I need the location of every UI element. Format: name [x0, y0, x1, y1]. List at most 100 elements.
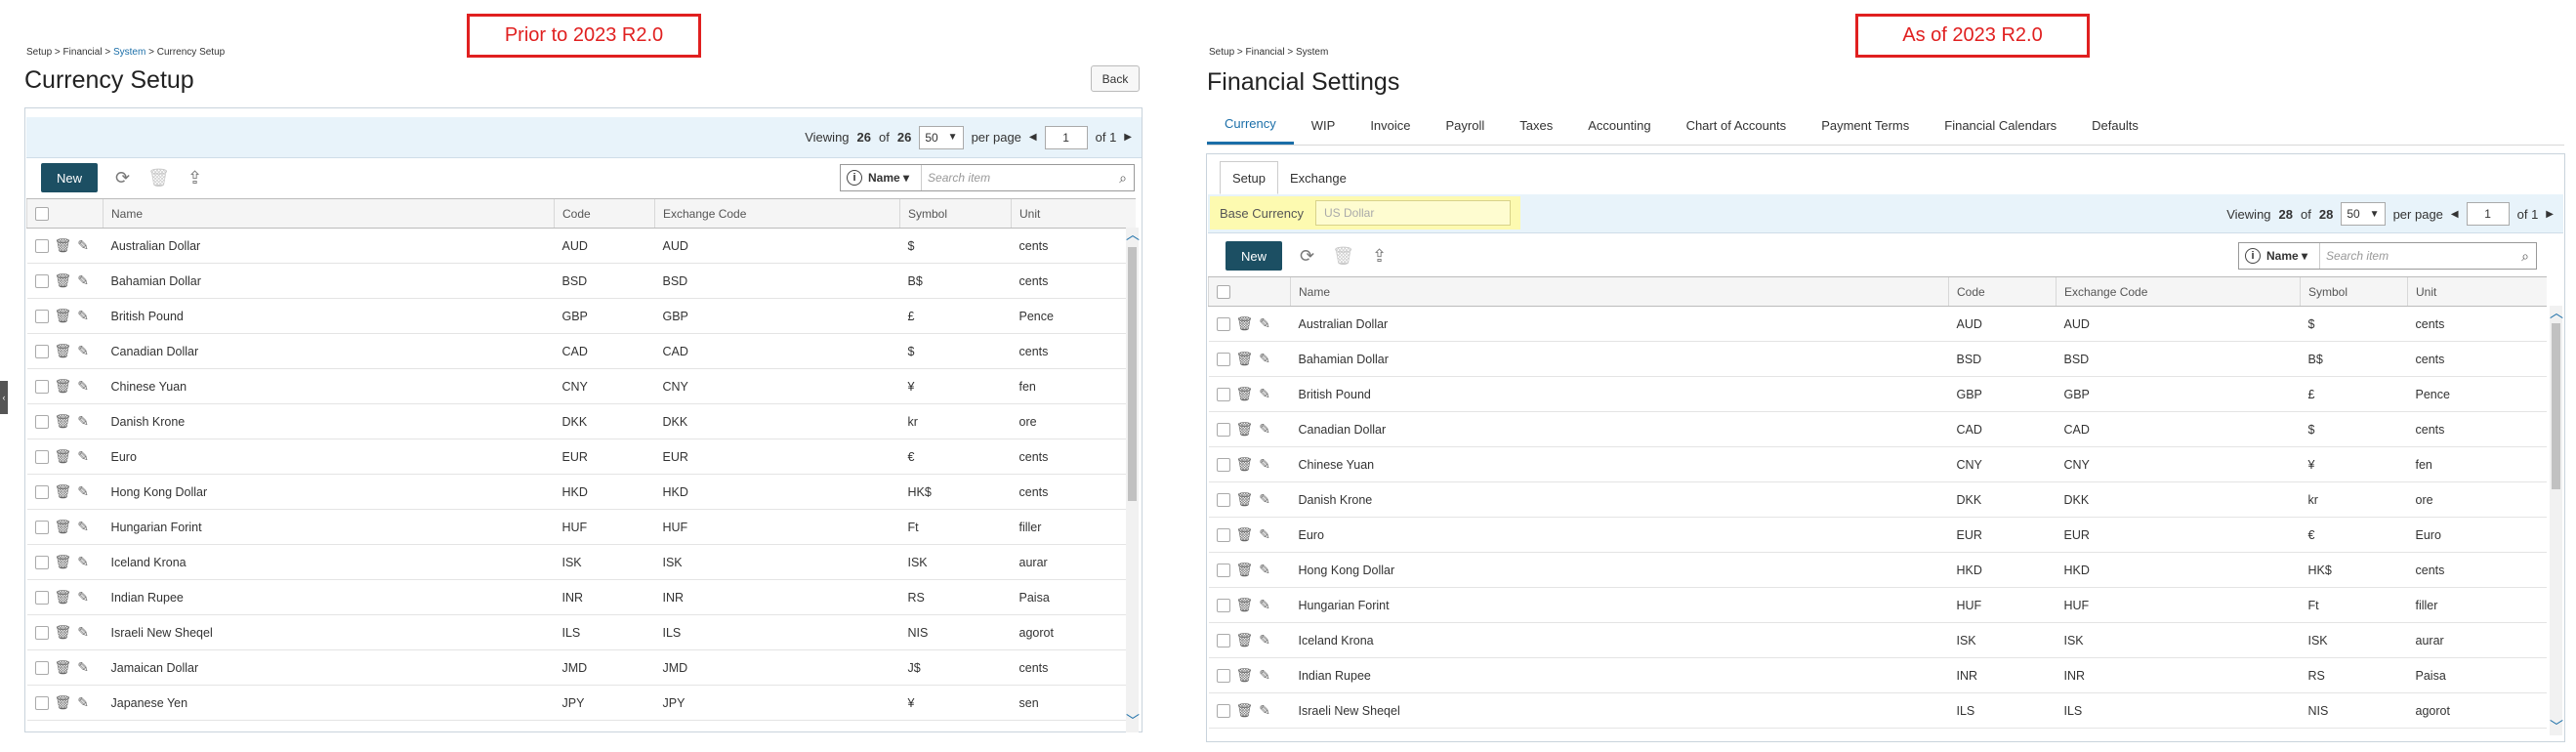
row-checkbox[interactable]: [34, 449, 49, 464]
column-header-exchange-code[interactable]: Exchange Code: [654, 198, 900, 229]
delete-icon[interactable]: 🗑: [1236, 702, 1254, 719]
row-checkbox[interactable]: [1216, 492, 1230, 507]
delete-icon[interactable]: 🗑: [1236, 351, 1254, 367]
table-row[interactable]: 🗑 ✎ Chinese Yuan CNY CNY ¥ fen: [26, 368, 1136, 404]
edit-pencil-icon[interactable]: ✎: [77, 483, 89, 500]
next-page-icon[interactable]: ▶: [2546, 209, 2554, 220]
edit-pencil-icon[interactable]: ✎: [77, 308, 89, 324]
prev-page-icon[interactable]: ◀: [1029, 132, 1037, 143]
prev-page-icon[interactable]: ◀: [2451, 209, 2459, 220]
row-checkbox[interactable]: [1216, 563, 1230, 577]
refresh-icon[interactable]: ⟳: [1300, 247, 1314, 265]
delete-icon[interactable]: 🗑: [55, 659, 72, 676]
table-row[interactable]: 🗑 ✎ Canadian Dollar CAD CAD $ cents: [1208, 411, 2547, 447]
delete-icon[interactable]: 🗑: [1236, 562, 1254, 578]
delete-icon[interactable]: 🗑: [55, 624, 72, 641]
edit-pencil-icon[interactable]: ✎: [77, 413, 89, 430]
tab-defaults[interactable]: Defaults: [2074, 105, 2156, 145]
new-button[interactable]: New: [1226, 241, 1283, 271]
table-row[interactable]: 🗑 ✎ Bahamian Dollar BSD BSD B$ cents: [1208, 341, 2547, 377]
delete-icon[interactable]: 🗑: [1236, 421, 1254, 438]
new-button[interactable]: New: [41, 163, 99, 192]
delete-icon[interactable]: 🗑: [55, 694, 72, 711]
delete-icon[interactable]: 🗑: [1236, 491, 1254, 508]
row-checkbox[interactable]: [1216, 387, 1230, 401]
tab-taxes[interactable]: Taxes: [1502, 105, 1570, 145]
edit-pencil-icon[interactable]: ✎: [1259, 386, 1270, 402]
breadcrumb-setup[interactable]: Setup: [26, 47, 52, 58]
column-header-code[interactable]: Code: [1948, 276, 2057, 307]
row-checkbox[interactable]: [34, 590, 49, 605]
table-row[interactable]: 🗑 ✎ Danish Krone DKK DKK kr ore: [1208, 481, 2547, 518]
edit-pencil-icon[interactable]: ✎: [77, 378, 89, 395]
refresh-icon[interactable]: ⟳: [115, 169, 130, 187]
row-checkbox[interactable]: [1216, 668, 1230, 683]
edit-pencil-icon[interactable]: ✎: [77, 519, 89, 535]
edit-pencil-icon[interactable]: ✎: [77, 694, 89, 711]
vertical-scrollbar[interactable]: [1126, 228, 1139, 732]
row-checkbox[interactable]: [34, 660, 49, 675]
scroll-down-icon[interactable]: ﹀: [1126, 711, 1140, 731]
tab-accounting[interactable]: Accounting: [1570, 105, 1668, 145]
delete-icon[interactable]: 🗑: [1236, 526, 1254, 543]
row-checkbox[interactable]: [34, 238, 49, 253]
delete-icon[interactable]: 🗑: [55, 272, 72, 289]
scroll-down-icon[interactable]: ﹀: [2550, 717, 2563, 736]
table-row[interactable]: 🗑 ✎ Australian Dollar AUD AUD $ cents: [1208, 306, 2547, 342]
scroll-up-icon[interactable]: ︿: [2550, 303, 2563, 322]
collapse-sidebar-handle[interactable]: ‹: [0, 381, 8, 414]
table-row[interactable]: 🗑 ✎ Indian Rupee INR INR RS Paisa: [1208, 657, 2547, 693]
breadcrumb-financial[interactable]: Financial: [1246, 47, 1285, 58]
column-header-code[interactable]: Code: [554, 198, 655, 229]
vertical-scrollbar[interactable]: [2550, 306, 2562, 735]
edit-pencil-icon[interactable]: ✎: [1259, 421, 1270, 438]
edit-pencil-icon[interactable]: ✎: [1259, 632, 1270, 648]
delete-icon[interactable]: 🗑: [55, 519, 72, 535]
row-checkbox[interactable]: [1216, 703, 1230, 718]
delete-icon[interactable]: 🗑: [55, 308, 72, 324]
export-icon[interactable]: ⇪: [1372, 247, 1387, 265]
delete-icon[interactable]: 🗑: [1236, 386, 1254, 402]
delete-icon[interactable]: 🗑: [1236, 597, 1254, 613]
page-input[interactable]: 1: [2466, 202, 2510, 226]
row-checkbox[interactable]: [34, 555, 49, 569]
table-row[interactable]: 🗑 ✎ British Pound GBP GBP £ Pence: [1208, 376, 2547, 412]
tab-payroll[interactable]: Payroll: [1429, 105, 1503, 145]
delete-icon[interactable]: 🗑: [55, 483, 72, 500]
tab-financial-calendars[interactable]: Financial Calendars: [1927, 105, 2074, 145]
scroll-up-icon[interactable]: ︿: [1126, 225, 1140, 244]
row-checkbox[interactable]: [1216, 352, 1230, 366]
subtab-exchange[interactable]: Exchange: [1278, 161, 1358, 194]
tab-chart-of-accounts[interactable]: Chart of Accounts: [1669, 105, 1805, 145]
row-checkbox[interactable]: [1216, 527, 1230, 542]
edit-pencil-icon[interactable]: ✎: [1259, 456, 1270, 473]
tab-payment-terms[interactable]: Payment Terms: [1804, 105, 1927, 145]
edit-pencil-icon[interactable]: ✎: [77, 343, 89, 359]
delete-icon[interactable]: 🗑: [1236, 315, 1254, 332]
tab-currency[interactable]: Currency: [1207, 105, 1294, 145]
column-header-symbol[interactable]: Symbol: [2300, 276, 2408, 307]
search-field-select[interactable]: Name ▾: [2266, 249, 2307, 263]
edit-pencil-icon[interactable]: ✎: [77, 272, 89, 289]
table-row[interactable]: 🗑 ✎ Japanese Yen JPY JPY ¥ sen: [26, 685, 1136, 721]
delete-icon[interactable]: 🗑: [55, 554, 72, 570]
edit-pencil-icon[interactable]: ✎: [77, 237, 89, 254]
delete-icon[interactable]: 🗑: [55, 448, 72, 465]
row-checkbox[interactable]: [34, 273, 49, 288]
export-icon[interactable]: ⇪: [187, 169, 202, 187]
edit-pencil-icon[interactable]: ✎: [77, 448, 89, 465]
column-header-name[interactable]: Name: [103, 198, 555, 229]
breadcrumb-system[interactable]: System: [113, 47, 145, 58]
row-checkbox[interactable]: [1216, 598, 1230, 612]
row-checkbox[interactable]: [34, 625, 49, 640]
edit-pencil-icon[interactable]: ✎: [1259, 597, 1270, 613]
column-header-unit[interactable]: Unit: [1011, 198, 1136, 229]
delete-icon[interactable]: 🗑: [1236, 632, 1254, 648]
back-button[interactable]: Back: [1091, 65, 1140, 92]
edit-pencil-icon[interactable]: ✎: [77, 554, 89, 570]
breadcrumb-setup[interactable]: Setup: [1209, 47, 1234, 58]
edit-pencil-icon[interactable]: ✎: [1259, 491, 1270, 508]
table-row[interactable]: 🗑 ✎ Bahamian Dollar BSD BSD B$ cents: [26, 263, 1136, 299]
edit-pencil-icon[interactable]: ✎: [1259, 315, 1270, 332]
tab-invoice[interactable]: Invoice: [1352, 105, 1428, 145]
